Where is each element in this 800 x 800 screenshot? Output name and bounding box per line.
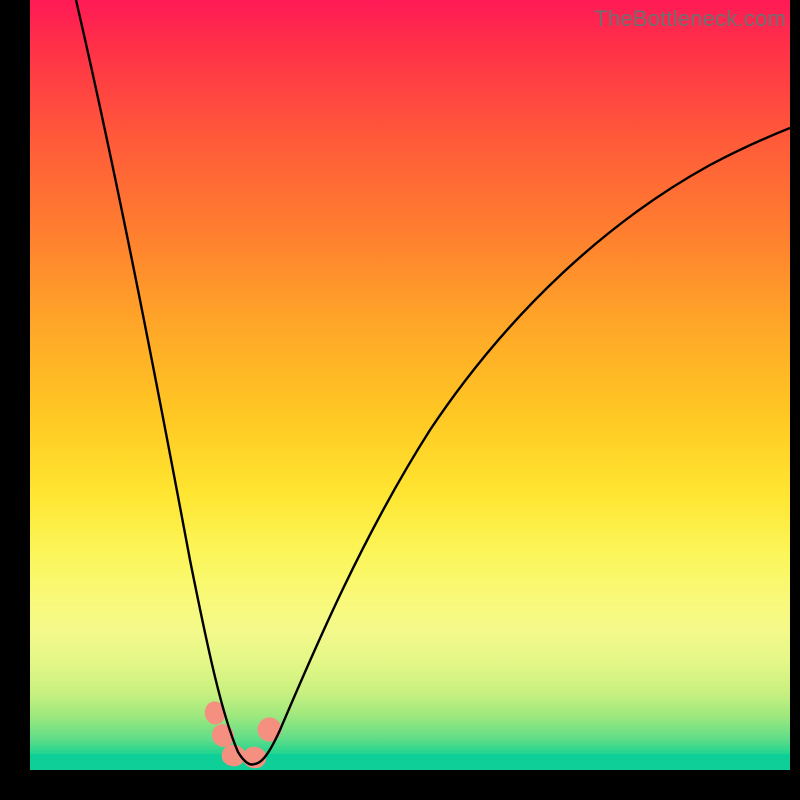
curve-layer: [30, 0, 790, 770]
watermark-text: TheBottleneck.com: [594, 6, 786, 32]
left-curve: [76, 0, 254, 765]
right-curve: [254, 128, 790, 764]
blob-bottom-left: [222, 745, 246, 767]
blob-right: [257, 717, 281, 741]
plot-area: [30, 0, 790, 770]
